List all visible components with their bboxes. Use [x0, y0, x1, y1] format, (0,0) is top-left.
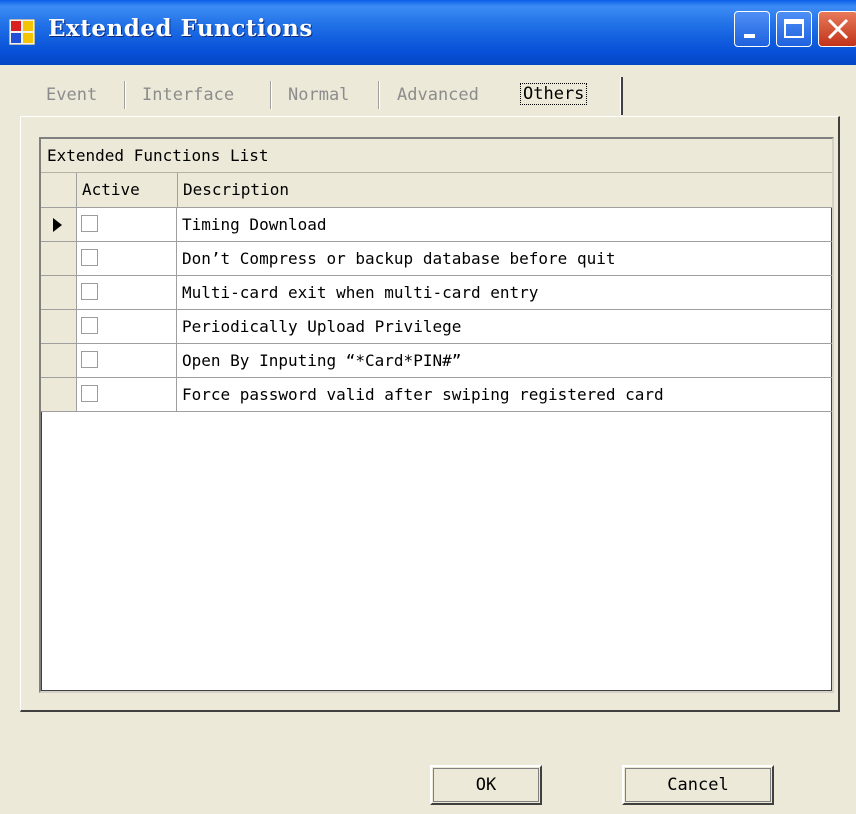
grid-caption: Extended Functions List: [41, 139, 832, 173]
tab-separator: [378, 81, 380, 109]
row-header-corner: [41, 173, 77, 207]
description-cell[interactable]: Open By Inputing “*Card*PIN#”: [182, 344, 461, 377]
title-bar[interactable]: Extended Functions: [0, 0, 856, 65]
active-cell[interactable]: [77, 276, 177, 309]
extended-functions-window: Extended Functions Event Interface Norma…: [0, 0, 856, 814]
tab-strip: Event Interface Normal Advanced Others: [20, 72, 840, 116]
maximize-button[interactable]: [776, 11, 812, 47]
active-checkbox[interactable]: [81, 385, 98, 402]
description-cell[interactable]: Force password valid after swiping regis…: [182, 378, 664, 411]
window-title: Extended Functions: [48, 15, 313, 42]
active-cell[interactable]: [77, 242, 177, 275]
row-header[interactable]: [41, 276, 77, 309]
app-icon: [9, 19, 35, 45]
table-row[interactable]: Force password valid after swiping regis…: [41, 378, 832, 412]
table-row[interactable]: Don’t Compress or backup database before…: [41, 242, 832, 276]
active-checkbox[interactable]: [81, 317, 98, 334]
active-cell[interactable]: [77, 344, 177, 377]
active-cell[interactable]: [77, 310, 177, 343]
table-row[interactable]: Open By Inputing “*Card*PIN#”: [41, 344, 832, 378]
active-cell[interactable]: [77, 378, 177, 411]
close-icon: [827, 18, 849, 40]
minimize-button[interactable]: [734, 11, 770, 47]
row-header[interactable]: [41, 310, 77, 343]
tab-separator: [124, 81, 126, 109]
tab-advanced[interactable]: Advanced: [397, 85, 479, 105]
active-tab-edge: [620, 77, 623, 115]
active-checkbox[interactable]: [81, 351, 98, 368]
active-cell[interactable]: [77, 208, 177, 241]
ok-button[interactable]: OK: [430, 765, 542, 805]
description-cell[interactable]: Don’t Compress or backup database before…: [182, 242, 615, 275]
column-header-description[interactable]: Description: [178, 173, 832, 207]
tab-normal[interactable]: Normal: [288, 85, 349, 105]
grid-header: Active Description: [41, 173, 832, 208]
tab-event[interactable]: Event: [46, 85, 97, 105]
description-cell[interactable]: Multi-card exit when multi-card entry: [182, 276, 538, 309]
active-checkbox[interactable]: [81, 249, 98, 266]
table-row[interactable]: Timing Download: [41, 208, 832, 242]
row-header[interactable]: [41, 378, 77, 411]
current-row-icon: [53, 218, 62, 232]
row-header[interactable]: [41, 208, 77, 241]
row-header[interactable]: [41, 344, 77, 377]
active-checkbox[interactable]: [81, 283, 98, 300]
cancel-button[interactable]: Cancel: [622, 765, 774, 805]
tab-others[interactable]: Others: [520, 83, 588, 105]
maximize-icon: [784, 19, 804, 38]
column-header-active[interactable]: Active: [77, 173, 178, 207]
tab-interface[interactable]: Interface: [142, 85, 234, 105]
extended-functions-grid[interactable]: Extended Functions List Active Descripti…: [39, 137, 834, 693]
tab-separator: [270, 81, 272, 109]
table-row[interactable]: Multi-card exit when multi-card entry: [41, 276, 832, 310]
row-header[interactable]: [41, 242, 77, 275]
minimize-icon: [744, 34, 755, 38]
description-cell[interactable]: Periodically Upload Privilege: [182, 310, 461, 343]
close-button[interactable]: [818, 11, 856, 47]
table-row[interactable]: Periodically Upload Privilege: [41, 310, 832, 344]
active-checkbox[interactable]: [81, 215, 98, 232]
description-cell[interactable]: Timing Download: [182, 208, 327, 241]
